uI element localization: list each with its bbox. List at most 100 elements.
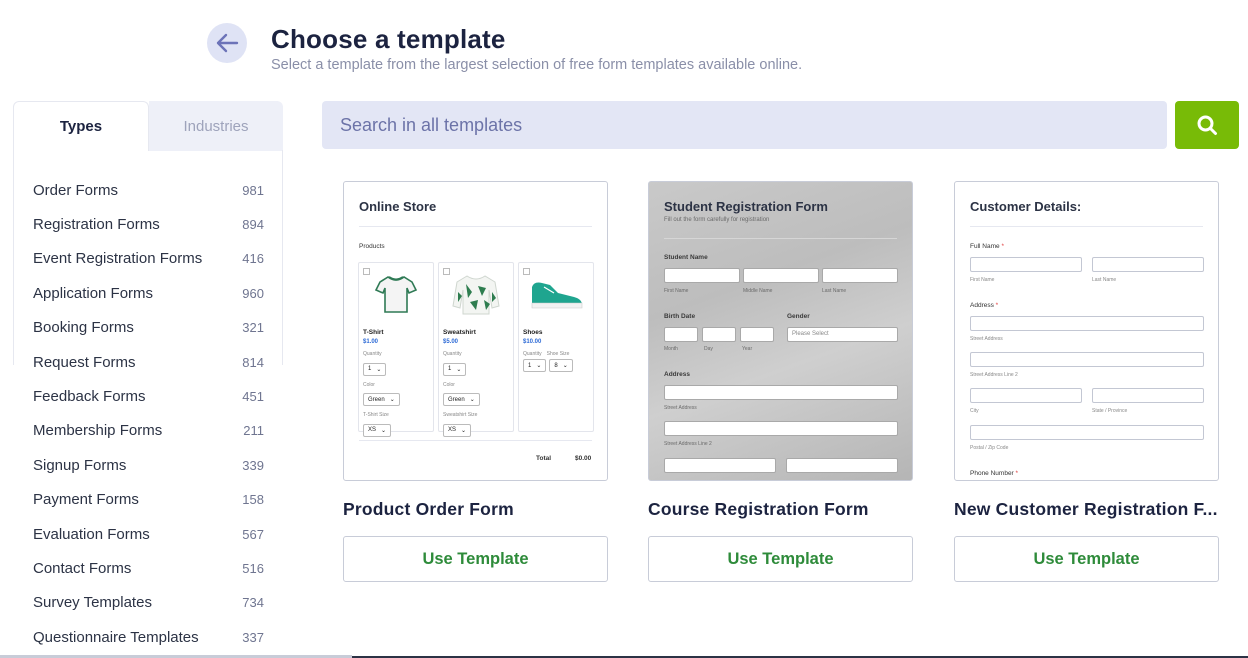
product-name: T-Shirt (363, 329, 384, 336)
type-count: 339 (242, 457, 264, 473)
template-name: Course Registration Form (648, 499, 869, 519)
type-label: Registration Forms (33, 216, 160, 234)
color-label: Color (363, 381, 375, 388)
color-value: Green (448, 396, 465, 403)
chevron-down-icon: ⌄ (469, 397, 475, 403)
year-select (740, 327, 774, 342)
product-item: Sweatshirt $5.00 Quantity 1 ⌄ Color Green… (438, 262, 514, 437)
type-count: 894 (242, 217, 264, 233)
search-input[interactable] (322, 101, 1167, 149)
template-preview[interactable]: Online Store Products T-Shirt $1.00 Quan… (343, 181, 608, 481)
back-button[interactable] (207, 23, 247, 63)
chevron-down-icon: ⌄ (389, 397, 395, 403)
size-label: Sweatshirt Size (443, 412, 478, 418)
shoe-image (523, 266, 589, 321)
preview-title: Online Store (359, 199, 437, 214)
type-count: 516 (242, 560, 264, 576)
year-sublabel: Year (742, 346, 753, 352)
chevron-down-icon: ⌄ (381, 427, 387, 434)
type-item[interactable]: Registration Forms 894 (33, 207, 264, 241)
type-item[interactable]: Questionnaire Templates 337 (33, 620, 264, 654)
preview-title: Customer Details: (970, 199, 1082, 214)
type-label: Contact Forms (33, 559, 132, 577)
size-label: T-Shirt Size (363, 412, 389, 418)
student-name-label: Student Name (664, 254, 708, 261)
type-label: Signup Forms (33, 456, 127, 474)
use-template-button[interactable]: Use Template (648, 536, 913, 582)
type-item[interactable]: Order Forms 981 (33, 173, 264, 207)
divider (359, 440, 592, 441)
type-item[interactable]: Event Registration Forms 416 (33, 242, 264, 276)
type-item[interactable]: Contact Forms 516 (33, 551, 264, 585)
template-preview[interactable]: Customer Details: Full Name * First Name… (954, 181, 1219, 481)
street-sublabel: Street Address (664, 405, 697, 411)
gender-placeholder: Please Select (792, 331, 829, 337)
shoe-size-select: 8 ⌄ (549, 359, 573, 372)
shoe-size-label: Shoe Size (546, 351, 570, 357)
total-value: $0.00 (575, 455, 592, 462)
phone-label: Phone Number * (970, 470, 1018, 477)
divider (664, 238, 897, 239)
chevron-down-icon: ⌄ (456, 366, 462, 373)
tab-types[interactable]: Types (13, 101, 149, 151)
type-label: Membership Forms (33, 422, 163, 440)
quantity-label: Quantity (443, 351, 462, 357)
search-button[interactable] (1175, 101, 1239, 149)
chevron-down-icon: ⌄ (376, 366, 382, 373)
preview-subtitle: Fill out the form carefully for registra… (664, 217, 770, 223)
product-price: $5.00 (443, 339, 459, 345)
color-select: Green ⌄ (443, 393, 480, 406)
checkbox (443, 268, 450, 275)
last-name-field (1092, 257, 1204, 272)
type-count: 814 (242, 354, 264, 370)
type-item[interactable]: Payment Forms 158 (33, 483, 264, 517)
first-name-sublabel: First Name (664, 288, 689, 294)
type-label: Application Forms (33, 284, 154, 302)
address-text: Address (970, 302, 994, 309)
type-count: 734 (242, 595, 264, 611)
quantity-value: 1 (368, 366, 372, 372)
quantity-label: Quantity (363, 351, 382, 357)
street2-sublabel: Street Address Line 2 (664, 441, 712, 447)
quantity-label: Quantity (523, 351, 542, 357)
type-count: 158 (242, 492, 264, 508)
template-preview[interactable]: Student Registration Form Fill out the f… (648, 181, 913, 481)
preview-title: Student Registration Form (664, 199, 828, 214)
type-label: Order Forms (33, 181, 119, 199)
template-name: New Customer Registration F... (954, 499, 1218, 519)
color-value: Green (368, 396, 385, 403)
product-item: Shoes $10.00 Quantity Shoe Size 1 ⌄ 8 ⌄ (518, 262, 594, 432)
type-item[interactable]: Evaluation Forms 567 (33, 517, 264, 551)
first-name-field (664, 268, 740, 283)
middle-name-sublabel: Middle Name (743, 288, 773, 294)
type-item[interactable]: Feedback Forms 451 (33, 379, 264, 413)
city-sublabel: City (970, 408, 979, 414)
state-sublabel: State / Province (1092, 408, 1128, 414)
first-name-sublabel: First Name (970, 277, 995, 283)
address-label: Address (664, 371, 691, 378)
use-template-button[interactable]: Use Template (954, 536, 1219, 582)
sweatshirt-image (443, 266, 509, 321)
type-item[interactable]: Survey Templates 734 (33, 586, 264, 620)
size-select: XS ⌄ (443, 423, 472, 437)
type-item[interactable]: Booking Forms 321 (33, 311, 264, 345)
type-item[interactable]: Membership Forms 211 (33, 414, 264, 448)
type-item[interactable]: Signup Forms 339 (33, 448, 264, 482)
type-item[interactable]: Request Forms 814 (33, 345, 264, 379)
day-select (702, 327, 736, 342)
street-sublabel: Street Address (970, 336, 1003, 342)
product-price: $10.00 (523, 339, 542, 345)
street2-field (970, 352, 1204, 367)
type-label: Feedback Forms (33, 388, 146, 406)
street-field (664, 385, 898, 400)
arrow-left-icon (216, 33, 239, 53)
use-template-button[interactable]: Use Template (343, 536, 608, 582)
gender-label: Gender (787, 313, 810, 320)
month-sublabel: Month (664, 346, 678, 352)
birth-date-label: Birth Date (664, 313, 696, 320)
tab-industries[interactable]: Industries (149, 101, 283, 151)
type-count: 416 (242, 251, 264, 267)
last-name-sublabel: Last Name (822, 288, 847, 294)
template-card-customer-registration: Customer Details: Full Name * First Name… (954, 181, 1219, 582)
type-item[interactable]: Application Forms 960 (33, 276, 264, 310)
